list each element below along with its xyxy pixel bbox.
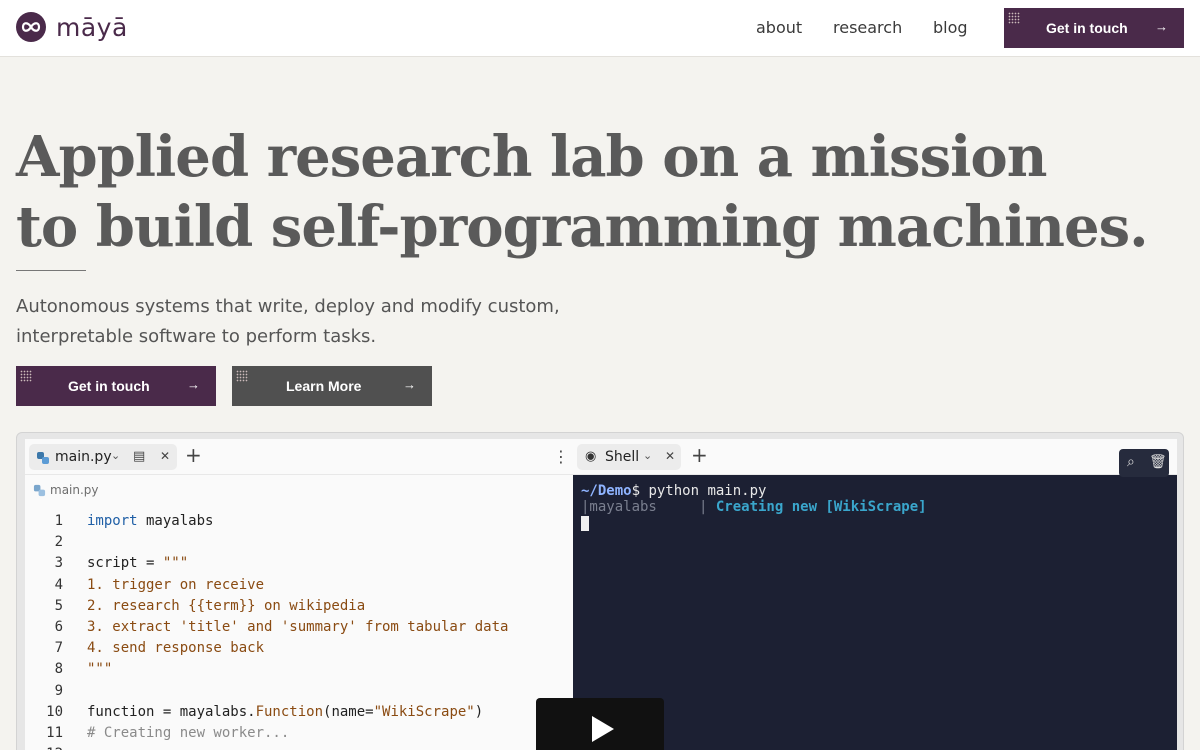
code-text: import mayalabs xyxy=(87,513,214,529)
code-text: 4. send response back xyxy=(87,640,265,657)
close-icon[interactable]: ✕ xyxy=(160,449,170,463)
line-number: 9 xyxy=(54,682,63,699)
play-video-button[interactable] xyxy=(536,698,664,750)
brand-logo[interactable]: māyā xyxy=(16,12,128,42)
code-line: 12 xyxy=(25,744,581,750)
code-editor-pane: main.py ⌄ ▤ ✕ + ⋮ main.py 1 import mayala… xyxy=(25,439,581,750)
play-icon xyxy=(592,716,614,742)
line-number: 12 xyxy=(39,744,63,750)
line-number: 10 xyxy=(46,703,63,720)
line-number: 4 xyxy=(54,576,63,593)
arrow-right-icon: → xyxy=(403,377,416,392)
terminal-cursor xyxy=(581,515,589,531)
code-line: 6 3. extract 'title' and 'summary' from t… xyxy=(25,617,581,638)
learn-more-button[interactable]: Learn More → xyxy=(232,366,432,406)
more-vertical-icon[interactable]: ⋮ xyxy=(553,447,569,466)
line-number: 3 xyxy=(54,555,63,572)
header-get-in-touch-button[interactable]: Get in touch → xyxy=(1004,8,1184,48)
button-label: Learn More xyxy=(286,378,362,394)
terminal-toolbar: ⌕ 🗑 xyxy=(1119,449,1169,477)
prompt-path: ~/Demo xyxy=(581,483,632,499)
code-area[interactable]: 1 import mayalabs 2 3 script = """ 4 1. trigge… xyxy=(25,511,581,750)
hero-subtitle-line2: interpretable software to perform tasks. xyxy=(16,326,377,347)
log-message: Creating new [WikiScrape] xyxy=(715,499,927,515)
python-icon xyxy=(33,484,46,496)
button-label: Get in touch xyxy=(68,378,150,394)
editor-tab-bar: main.py ⌄ ▤ ✕ + ⋮ xyxy=(25,439,581,475)
hero-title-line1: Applied research lab on a mission xyxy=(16,124,1047,190)
dot-pattern-icon xyxy=(236,370,248,382)
site-header: māyā about research blog Get in touch → xyxy=(0,0,1200,57)
terminal-output[interactable]: ~/Demo$ python main.py |mayalabs | Creat… xyxy=(581,483,927,531)
line-number: 1 xyxy=(54,513,63,529)
code-line: 9 xyxy=(25,681,581,702)
code-line: 8 """ xyxy=(25,659,581,680)
code-line: 4 1. trigger on receive xyxy=(25,575,581,596)
outline-icon[interactable]: ▤ xyxy=(133,449,145,464)
search-icon[interactable]: ⌕ xyxy=(1127,454,1135,470)
tab-label: main.py xyxy=(55,449,112,465)
tab-shell[interactable]: ◉ Shell ⌄ ✕ xyxy=(577,444,681,470)
line-number: 5 xyxy=(54,597,63,614)
add-tab-icon[interactable]: + xyxy=(691,445,708,465)
nav-about-link[interactable]: about xyxy=(756,18,802,37)
dot-pattern-icon xyxy=(20,370,32,382)
code-text: """ xyxy=(87,661,113,678)
close-icon[interactable]: ✕ xyxy=(665,449,675,463)
arrow-right-icon: → xyxy=(187,377,200,392)
line-number: 6 xyxy=(54,618,63,635)
divider xyxy=(16,270,86,271)
arrow-right-icon: → xyxy=(1155,19,1168,34)
line-number: 8 xyxy=(54,661,63,678)
hero-subtitle-line1: Autonomous systems that write, deploy an… xyxy=(16,296,560,317)
nav-blog-link[interactable]: blog xyxy=(933,18,968,37)
shell-icon: ◉ xyxy=(585,449,597,464)
code-line: 7 4. send response back xyxy=(25,638,581,659)
line-number: 11 xyxy=(46,724,63,741)
code-text: 1. trigger on receive xyxy=(87,576,265,593)
code-line: 5 2. research {{term}} on wikipedia xyxy=(25,596,581,617)
logo-icon xyxy=(16,12,46,42)
tab-main-py[interactable]: main.py ⌄ ▤ ✕ xyxy=(29,444,177,470)
log-source: |mayalabs | xyxy=(581,499,716,515)
code-line: 3 script = """ xyxy=(25,553,581,574)
code-text: function = mayalabs.Function(name="WikiS… xyxy=(87,703,484,720)
prompt-symbol: $ xyxy=(631,483,641,499)
chevron-down-icon[interactable]: ⌄ xyxy=(643,449,652,462)
code-text: 2. research {{term}} on wikipedia xyxy=(87,597,366,614)
tab-label: Shell xyxy=(605,449,640,465)
shell-tab-bar: ◉ Shell ⌄ ✕ + ⋮ xyxy=(573,439,1177,475)
code-line: 2 xyxy=(25,532,581,553)
breadcrumb: main.py xyxy=(33,483,99,497)
hero-title-line2: to build self-programming machines. xyxy=(16,194,1149,260)
code-text: 3. extract 'title' and 'summary' from ta… xyxy=(87,618,509,635)
line-number: 2 xyxy=(54,534,63,551)
trash-icon[interactable]: 🗑 xyxy=(1149,454,1167,470)
chevron-down-icon[interactable]: ⌄ xyxy=(111,449,120,462)
code-text: # Creating new worker... xyxy=(87,724,290,741)
code-line: 10 function = mayalabs.Function(name="Wik… xyxy=(25,702,581,723)
python-icon xyxy=(36,450,50,469)
add-tab-icon[interactable]: + xyxy=(185,445,202,465)
hero-title: Applied research lab on a mission to bui… xyxy=(16,122,1149,262)
code-line: 1 import mayalabs xyxy=(25,511,581,532)
dot-pattern-icon xyxy=(1008,12,1020,24)
breadcrumb-file[interactable]: main.py xyxy=(50,483,99,497)
hero-get-in-touch-button[interactable]: Get in touch → xyxy=(16,366,216,406)
code-line: 11 # Creating new worker... xyxy=(25,723,581,744)
code-text: script = """ xyxy=(87,555,189,572)
terminal-command: python main.py xyxy=(640,483,767,499)
nav-research-link[interactable]: research xyxy=(833,18,902,37)
hero-subtitle: Autonomous systems that write, deploy an… xyxy=(16,292,596,352)
brand-name: māyā xyxy=(56,12,128,42)
button-label: Get in touch xyxy=(1046,20,1128,36)
line-number: 7 xyxy=(54,640,63,657)
